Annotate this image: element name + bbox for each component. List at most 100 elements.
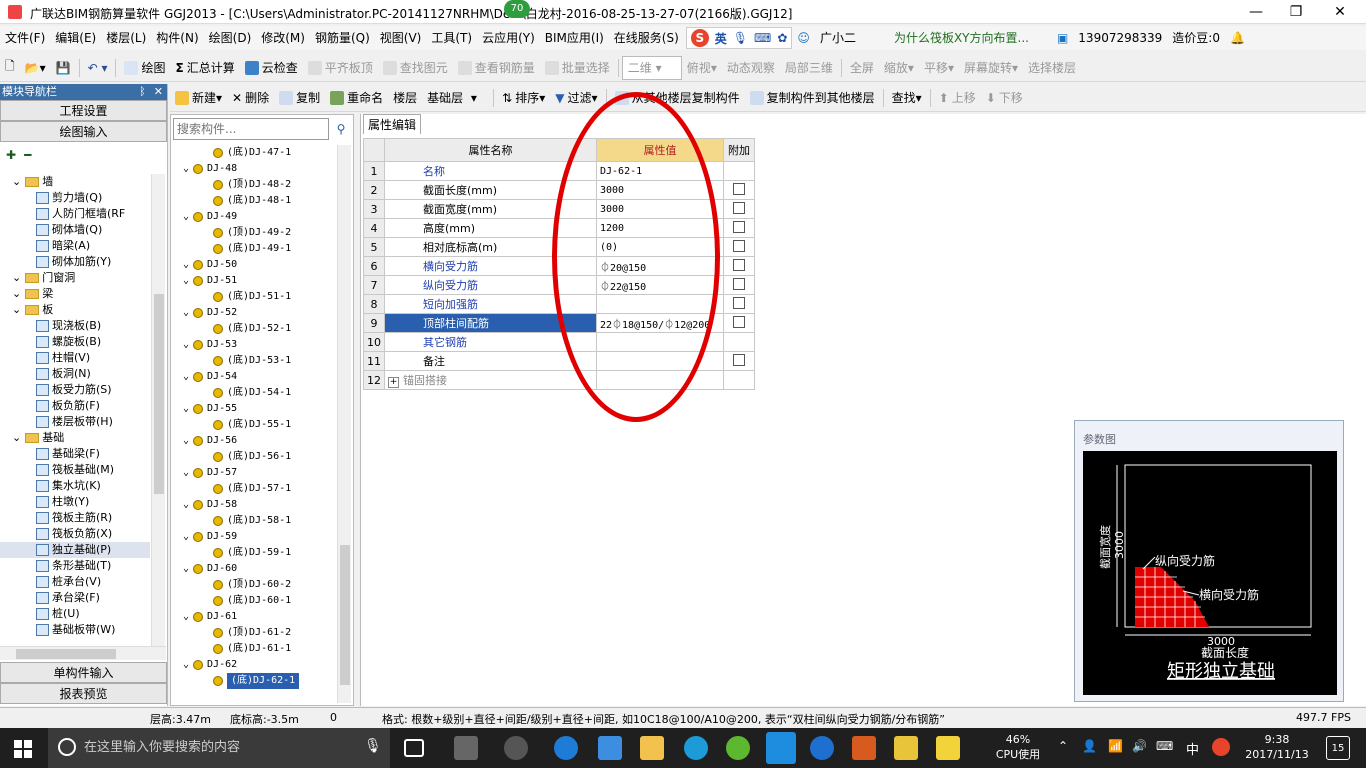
top-view-button[interactable]: 俯视 ▾: [682, 56, 722, 80]
floor-select[interactable]: 基础层 ▾: [422, 86, 490, 110]
additional-checkbox[interactable]: [733, 353, 745, 366]
component-item[interactable]: (底)DJ-59-1: [173, 545, 337, 561]
expand-arrow-icon[interactable]: ⌄: [12, 286, 21, 302]
component-item[interactable]: (底)DJ-52-1: [173, 321, 337, 337]
windows-start-icon[interactable]: [14, 740, 32, 758]
menu-component[interactable]: 构件(N): [151, 26, 203, 50]
menu-bim[interactable]: BIM应用(I): [540, 26, 609, 50]
component-item[interactable]: (底)DJ-55-1: [173, 417, 337, 433]
component-item[interactable]: ⌄ DJ-56: [173, 433, 337, 449]
component-item[interactable]: ⌄ DJ-61: [173, 609, 337, 625]
ie-icon[interactable]: [684, 736, 708, 760]
undo-icon[interactable]: ↶ ▾: [83, 56, 113, 80]
local-3d-button[interactable]: 局部三维: [780, 56, 838, 80]
draw-button[interactable]: 绘图: [119, 56, 170, 80]
additional-checkbox[interactable]: [733, 201, 745, 214]
tab-property-edit[interactable]: 属性编辑: [363, 114, 421, 134]
nav-tree-item[interactable]: 暗梁(A): [0, 238, 150, 254]
delete-component-button[interactable]: ✕ 删除: [227, 86, 274, 110]
component-item[interactable]: (底)DJ-53-1: [173, 353, 337, 369]
nav-tree-item[interactable]: 基础板带(W): [0, 622, 150, 638]
nav-tree-item[interactable]: ⌄ 门窗洞: [0, 270, 150, 286]
nav-tree-item[interactable]: 楼层板带(H): [0, 414, 150, 430]
user-tray-icon[interactable]: 👤: [1082, 739, 1097, 753]
additional-checkbox[interactable]: [733, 182, 745, 195]
nav-tree-item[interactable]: 人防门框墙(RF: [0, 206, 150, 222]
expand-arrow-icon[interactable]: ⌄: [183, 337, 189, 353]
new-component-button[interactable]: 新建 ▾: [170, 86, 227, 110]
menu-edit[interactable]: 编辑(E): [50, 26, 101, 50]
flat-slab-button[interactable]: 平齐板顶: [303, 56, 378, 80]
nav-tree-item[interactable]: ⌄ 梁: [0, 286, 150, 302]
nav-tree-item[interactable]: 柱帽(V): [0, 350, 150, 366]
xiaoer-link[interactable]: 广小二: [815, 26, 861, 50]
dynamic-view-button[interactable]: 动态观察: [722, 56, 780, 80]
nav-tree-item[interactable]: 螺旋板(B): [0, 334, 150, 350]
expand-arrow-icon[interactable]: ⌄: [12, 270, 21, 286]
fan-app-icon[interactable]: [454, 736, 478, 760]
user-phone[interactable]: 13907298339: [1073, 26, 1167, 50]
expand-arrow-icon[interactable]: ⌄: [183, 465, 189, 481]
expand-arrow-icon[interactable]: ⌄: [183, 433, 189, 449]
component-item[interactable]: (底)DJ-49-1: [173, 241, 337, 257]
clock[interactable]: 9:38 2017/11/13: [1240, 732, 1314, 762]
component-item[interactable]: ⌄ DJ-55: [173, 401, 337, 417]
expand-arrow-icon[interactable]: ⌄: [183, 273, 189, 289]
component-item[interactable]: ⌄ DJ-59: [173, 529, 337, 545]
nav-tree-item[interactable]: 桩(U): [0, 606, 150, 622]
pin-icon[interactable]: ᛒ: [139, 84, 146, 100]
volume-icon[interactable]: 🔊: [1132, 739, 1147, 753]
sogou-icon[interactable]: S: [690, 29, 709, 47]
expand-arrow-icon[interactable]: ⌄: [183, 497, 189, 513]
rename-button[interactable]: 重命名: [325, 86, 388, 110]
nav-tree-item[interactable]: 板洞(N): [0, 366, 150, 382]
nav-tree-item[interactable]: 柱墩(Y): [0, 494, 150, 510]
swirl-app-icon[interactable]: [504, 736, 528, 760]
batch-select-button[interactable]: 批量选择: [540, 56, 615, 80]
component-item[interactable]: (底)DJ-51-1: [173, 289, 337, 305]
nav-tree-item[interactable]: 剪力墙(Q): [0, 190, 150, 206]
nav-tree-item[interactable]: 筏板基础(M): [0, 462, 150, 478]
tray-chevron-icon[interactable]: ⌃: [1058, 739, 1068, 753]
open-file-icon[interactable]: 📂▾: [20, 56, 51, 80]
glodon-active-icon[interactable]: [766, 732, 796, 764]
pan-button[interactable]: 平移 ▾: [919, 56, 959, 80]
nav-tree-item[interactable]: 砌体加筋(Y): [0, 254, 150, 270]
component-search-input[interactable]: [173, 118, 329, 140]
component-item[interactable]: (底)DJ-62-1: [173, 673, 337, 689]
cost-beans[interactable]: 造价豆:0: [1167, 26, 1225, 50]
copy-to-floor-button[interactable]: 复制构件到其他楼层: [745, 86, 880, 110]
nav-tree-item[interactable]: 筏板主筋(R): [0, 510, 150, 526]
nav-tree-item[interactable]: 桩承台(V): [0, 574, 150, 590]
menu-cloud[interactable]: 云应用(Y): [477, 26, 540, 50]
bell-icon[interactable]: 🔔: [1225, 26, 1250, 50]
collapse-all-icon[interactable]: ━: [24, 148, 31, 162]
property-row[interactable]: 12 + 锚固搭接: [363, 370, 755, 390]
component-item[interactable]: (底)DJ-60-1: [173, 593, 337, 609]
nav-tree-item[interactable]: 板受力筋(S): [0, 382, 150, 398]
expand-arrow-icon[interactable]: ⌄: [183, 257, 189, 273]
expand-arrow-icon[interactable]: ⌄: [183, 657, 189, 673]
wifi-icon[interactable]: 📶: [1108, 739, 1123, 753]
expand-arrow-icon[interactable]: ⌄: [183, 529, 189, 545]
help-app-icon[interactable]: [936, 736, 960, 760]
component-item[interactable]: (顶)DJ-49-2: [173, 225, 337, 241]
expand-arrow-icon[interactable]: ⌄: [183, 305, 189, 321]
component-item[interactable]: ⌄ DJ-58: [173, 497, 337, 513]
expand-arrow-icon[interactable]: ⌄: [183, 161, 189, 177]
nav-tree-item[interactable]: ⌄ 墙: [0, 174, 150, 190]
robot-icon[interactable]: ☺: [792, 26, 815, 50]
component-item[interactable]: (底)DJ-47-1: [173, 145, 337, 161]
menu-modify[interactable]: 修改(M): [256, 26, 310, 50]
additional-checkbox[interactable]: [733, 315, 745, 328]
component-item[interactable]: ⌄ DJ-57: [173, 465, 337, 481]
nav-close-icon[interactable]: ✕: [154, 84, 163, 100]
nav-scrollbar[interactable]: [151, 174, 165, 648]
nav-tree-item[interactable]: 筏板负筋(X): [0, 526, 150, 542]
sum-calc-button[interactable]: Σ 汇总计算: [171, 56, 240, 80]
project-settings-button[interactable]: 工程设置: [0, 100, 167, 121]
expand-arrow-icon[interactable]: ⌄: [183, 369, 189, 385]
nav-tree-item[interactable]: 现浇板(B): [0, 318, 150, 334]
nav-tree-item[interactable]: 承台梁(F): [0, 590, 150, 606]
nav-tree-item[interactable]: 条形基础(T): [0, 558, 150, 574]
